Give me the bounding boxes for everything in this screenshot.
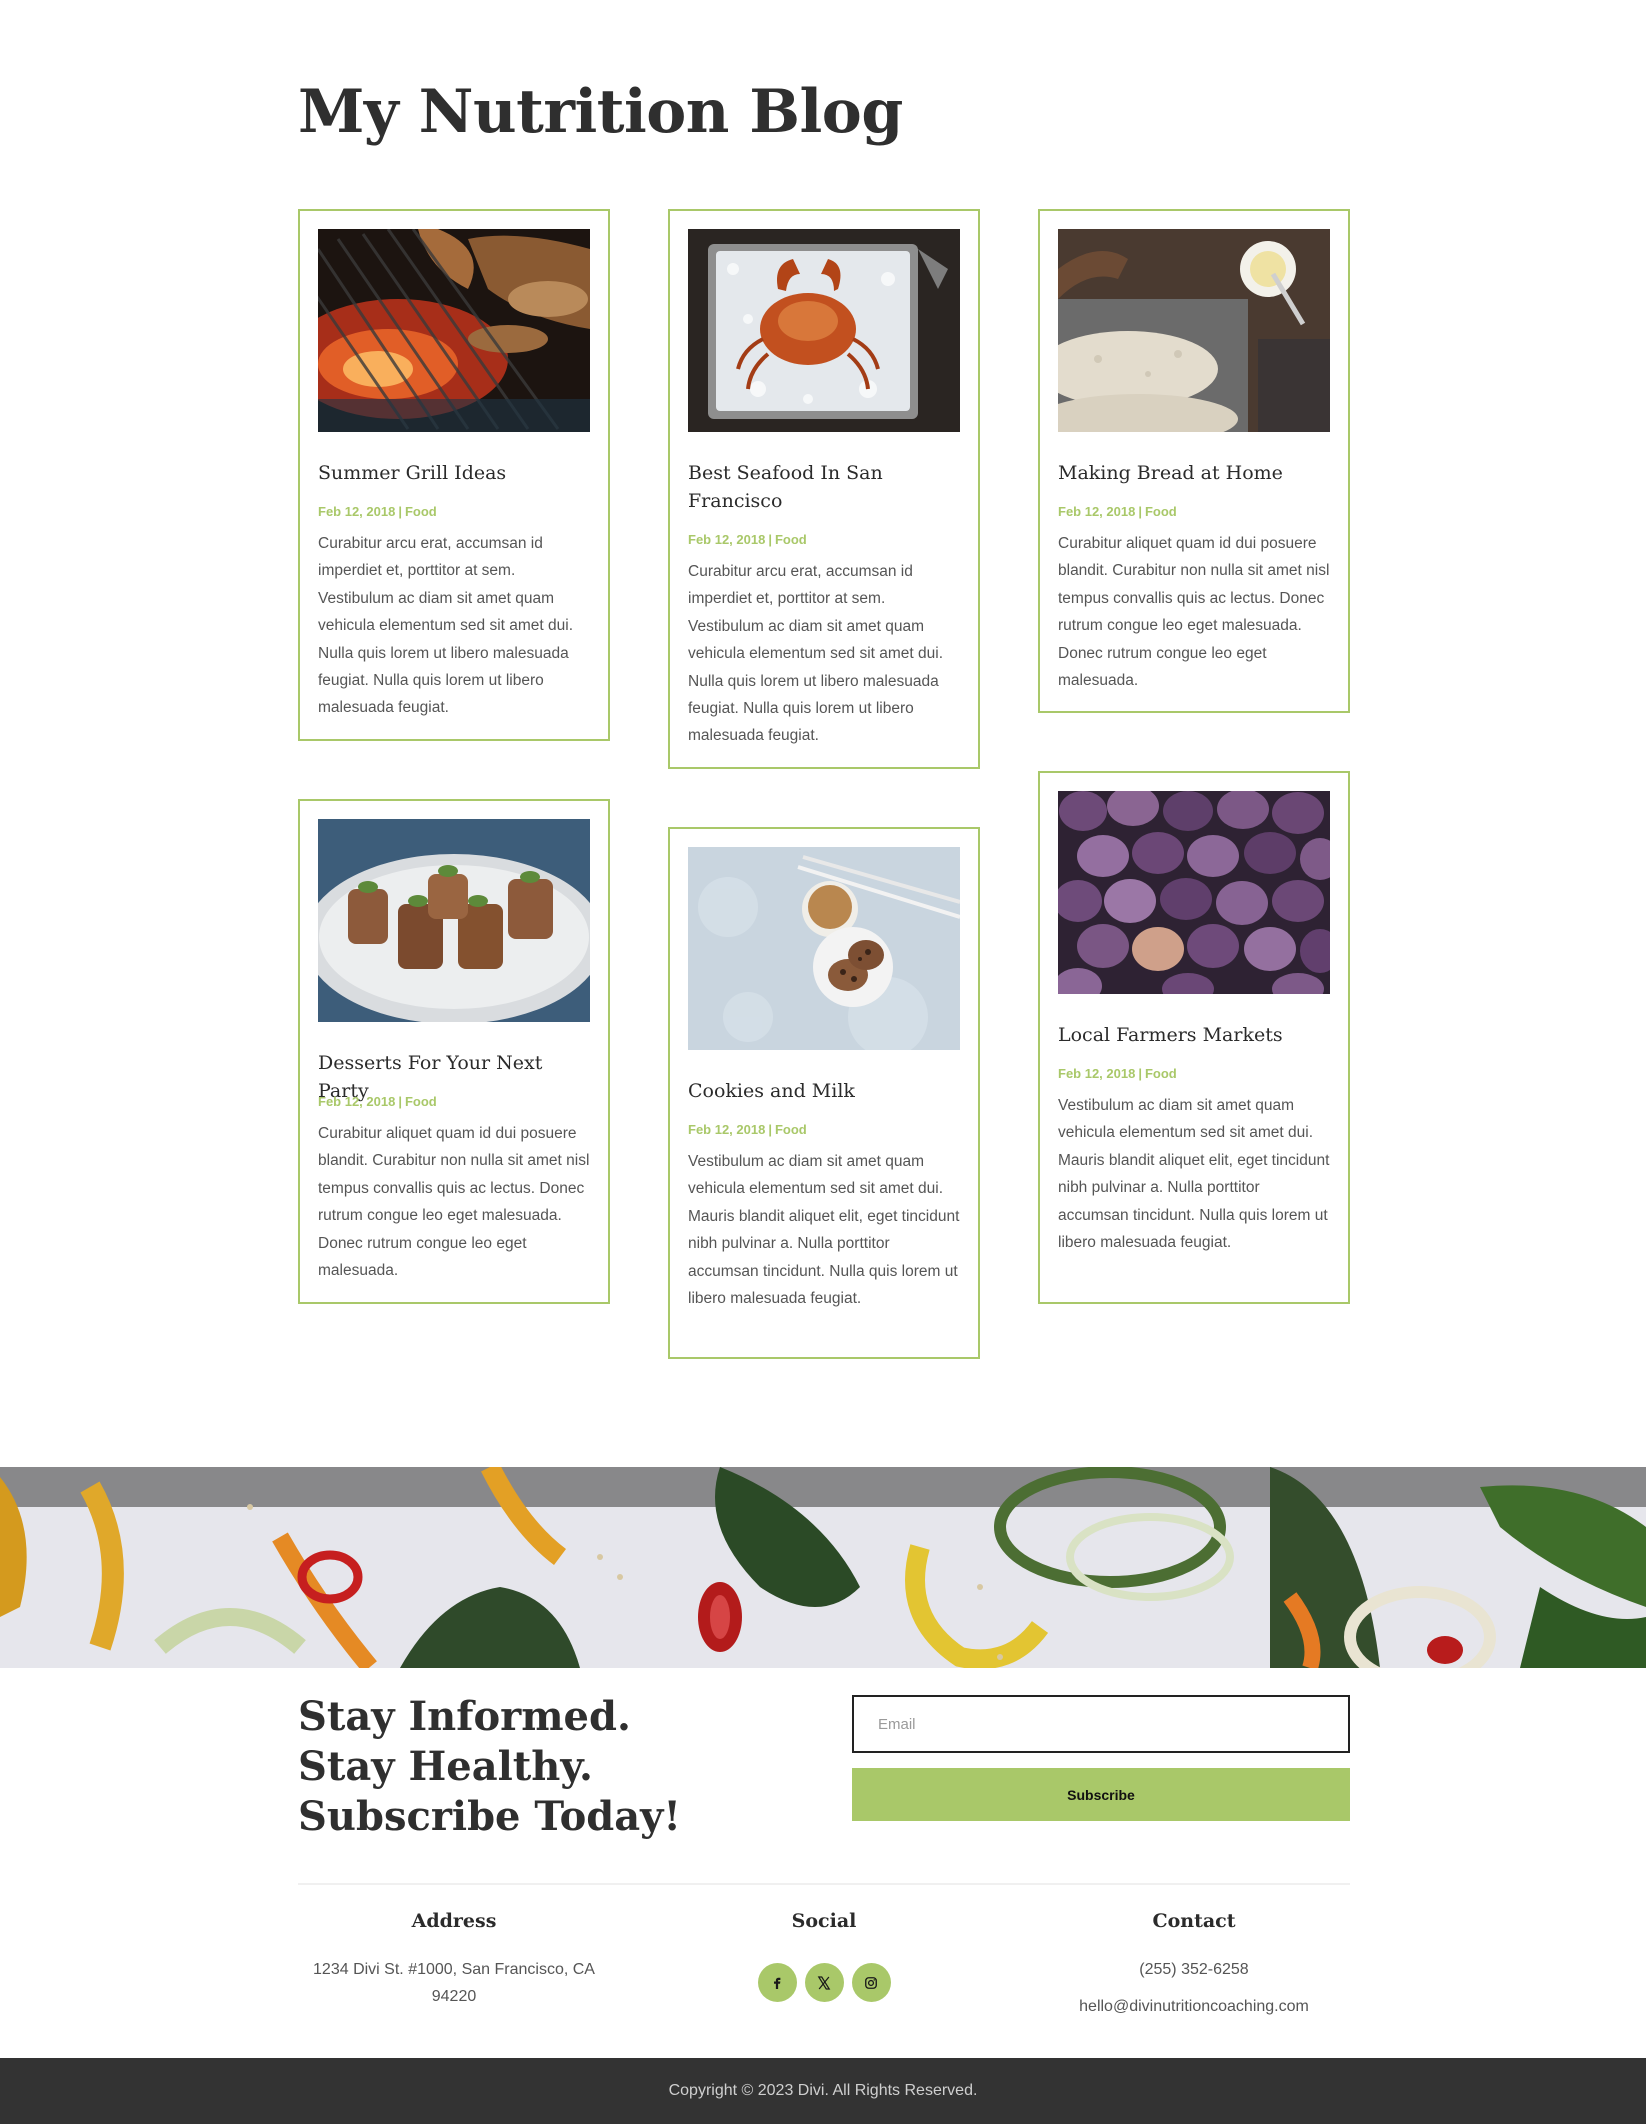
footer-divider <box>298 1883 1350 1885</box>
post-meta: Feb 12, 2018 | Food <box>318 504 437 519</box>
footer-email-link[interactable]: hello@divinutritioncoaching.com <box>1038 1993 1350 2020</box>
post-category-link[interactable]: Food <box>775 1122 807 1137</box>
facebook-icon[interactable] <box>757 1963 797 2002</box>
email-input[interactable] <box>852 1695 1350 1753</box>
footer-address: Address 1234 Divi St. #1000, San Francis… <box>298 1907 610 2017</box>
post-image-figs[interactable] <box>1058 791 1330 994</box>
footer-address-text: 1234 Divi St. #1000, San Francisco, CA 9… <box>313 1961 595 2005</box>
blog-card[interactable]: Local Farmers Markets Feb 12, 2018 | Food … <box>1038 771 1350 1304</box>
footer-contact: Contact (255) 352-6258 hello@divinutriti… <box>1038 1907 1350 2017</box>
page-title: My Nutrition Blog <box>298 77 903 147</box>
post-excerpt: Curabitur aliquet quam id dui posuere bl… <box>318 1125 590 1280</box>
instagram-icon[interactable] <box>851 1963 891 2002</box>
post-title[interactable]: Local Farmers Markets <box>1058 1021 1330 1049</box>
footer-bar: Copyright © 2023 Divi. All Rights Reserv… <box>0 2058 1646 2124</box>
post-image-cookies[interactable] <box>688 847 960 1050</box>
subscribe-heading: Stay Informed. Stay Healthy. Subscribe T… <box>298 1693 681 1840</box>
post-meta: Feb 12, 2018 | Food <box>688 1122 807 1137</box>
post-category-link[interactable]: Food <box>405 504 437 519</box>
blog-card[interactable]: Summer Grill Ideas Feb 12, 2018 | Food Cur… <box>298 209 610 741</box>
post-meta: Feb 12, 2018 | Food <box>688 532 807 547</box>
footer-contact-title: Contact <box>1152 1910 1236 1932</box>
post-image-grill[interactable] <box>318 229 590 432</box>
blog-card[interactable]: Cookies and Milk Feb 12, 2018 | Food Vesti… <box>668 827 980 1359</box>
post-title[interactable]: Summer Grill Ideas <box>318 459 590 487</box>
post-excerpt: Vestibulum ac diam sit amet quam vehicul… <box>1058 1097 1330 1252</box>
post-excerpt: Curabitur aliquet quam id dui posuere bl… <box>1058 535 1330 690</box>
post-excerpt: Curabitur arcu erat, accumsan id imperdi… <box>688 563 944 745</box>
social-icons <box>668 1963 980 2002</box>
blog-card[interactable]: Making Bread at Home Feb 12, 2018 | Food C… <box>1038 209 1350 713</box>
copyright-text: Copyright © 2023 Divi. All Rights Reserv… <box>668 2082 978 2099</box>
post-excerpt: Vestibulum ac diam sit amet quam vehicul… <box>688 1153 960 1308</box>
post-image-crab[interactable] <box>688 229 960 432</box>
post-date: Feb 12, 2018 <box>318 504 396 519</box>
post-date: Feb 12, 2018 <box>688 532 766 547</box>
post-category-link[interactable]: Food <box>405 1094 437 1109</box>
post-image-bread[interactable] <box>1058 229 1330 432</box>
footer-social-title: Social <box>791 1910 857 1932</box>
footer-social: Social <box>668 1907 980 2017</box>
post-category-link[interactable]: Food <box>1145 1066 1177 1081</box>
post-title[interactable]: Making Bread at Home <box>1058 459 1330 487</box>
footer-address-title: Address <box>411 1910 497 1932</box>
post-category-link[interactable]: Food <box>1145 504 1177 519</box>
post-meta: Feb 12, 2018 | Food <box>1058 504 1177 519</box>
post-date: Feb 12, 2018 <box>318 1094 396 1109</box>
post-category-link[interactable]: Food <box>775 532 807 547</box>
post-meta: Feb 12, 2018 | Food <box>318 1094 437 1109</box>
subscribe-button[interactable]: Subscribe <box>852 1768 1350 1821</box>
footer-phone[interactable]: (255) 352-6258 <box>1038 1956 1350 1983</box>
post-date: Feb 12, 2018 <box>688 1122 766 1137</box>
x-icon[interactable] <box>804 1963 844 2002</box>
post-meta: Feb 12, 2018 | Food <box>1058 1066 1177 1081</box>
post-image-desserts[interactable] <box>318 819 590 1022</box>
post-excerpt: Curabitur arcu erat, accumsan id imperdi… <box>318 535 574 717</box>
post-date: Feb 12, 2018 <box>1058 504 1136 519</box>
blog-card[interactable]: Desserts For Your Next Party Feb 12, 201… <box>298 799 610 1304</box>
blog-card[interactable]: Best Seafood In San Francisco Feb 12, 20… <box>668 209 980 769</box>
post-title[interactable]: Best Seafood In San Francisco <box>688 459 960 515</box>
post-title[interactable]: Cookies and Milk <box>688 1077 960 1105</box>
vegetables-banner-image <box>0 1467 1646 1668</box>
post-date: Feb 12, 2018 <box>1058 1066 1136 1081</box>
